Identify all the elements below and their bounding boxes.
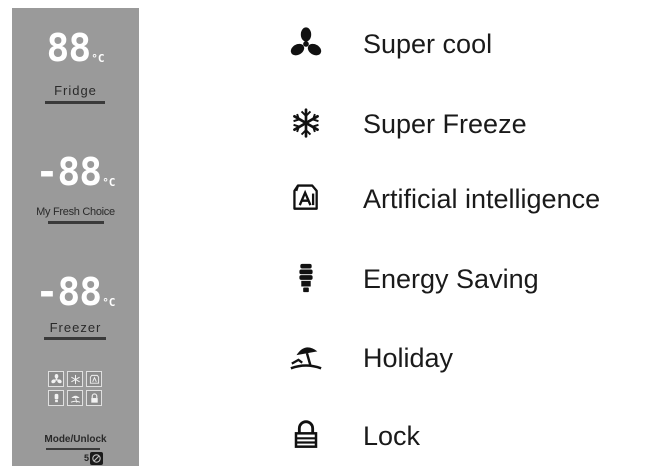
freezer-zone[interactable]: -88°C Freezer: [12, 258, 139, 358]
fridge-unit: °C: [91, 52, 105, 65]
freezer-temperature-display: -88°C: [35, 270, 116, 314]
bulb-icon: [48, 390, 64, 406]
fridge-zone[interactable]: 88°C Fridge: [12, 8, 139, 118]
legend-label-holiday: Holiday: [363, 343, 454, 373]
my-fresh-choice-temperature-display: -88°C: [35, 150, 116, 194]
legend-item-holiday: Holiday: [288, 337, 644, 377]
my-fresh-choice-zone[interactable]: -88°C My Fresh Choice: [12, 138, 139, 248]
fridge-indicator-bar: [45, 101, 105, 104]
mode-unlock-hold[interactable]: 5: [84, 451, 104, 465]
legend-label-super-cool: Super cool: [363, 29, 493, 59]
hold-seconds: 5: [84, 453, 90, 463]
ai-icon: [86, 371, 102, 387]
snowflake-icon: [288, 105, 324, 141]
legend-label-super-freeze: Super Freeze: [363, 109, 527, 139]
legend-item-artificial-intelligence: Artificial intelligence: [288, 178, 644, 218]
legend-item-energy-saving: Energy Saving: [288, 258, 644, 298]
legend-item-super-freeze: Super Freeze: [288, 103, 644, 143]
fridge-label: Fridge: [54, 83, 97, 98]
legend-item-super-cool: Super cool: [288, 23, 644, 63]
legend-label-energy-saving: Energy Saving: [363, 264, 539, 294]
my-fresh-choice-indicator-bar: [48, 221, 104, 224]
freezer-indicator-bar: [44, 337, 106, 340]
mode-indicator-bar: [46, 448, 100, 450]
legend-item-lock: Lock: [288, 415, 644, 455]
control-panel: 88°C Fridge -88°C My Fresh Choice -88°C …: [12, 8, 139, 466]
umbrella-icon: [67, 390, 83, 406]
hold-timer-icon: [90, 451, 104, 465]
my-fresh-choice-label: My Fresh Choice: [36, 206, 115, 218]
ai-icon: [288, 180, 324, 216]
mode-unlock-label[interactable]: Mode/Unlock: [12, 434, 139, 445]
lock-icon: [288, 417, 324, 453]
legend-label-artificial-intelligence: Artificial intelligence: [363, 184, 601, 214]
my-fresh-choice-unit: °C: [102, 176, 116, 189]
lock-icon: [86, 390, 102, 406]
fan-icon: [288, 25, 324, 61]
legend-label-lock: Lock: [363, 421, 421, 451]
beach-umbrella-icon: [288, 339, 324, 375]
fridge-temperature-display: 88°C: [46, 26, 105, 70]
freezer-unit: °C: [102, 296, 116, 309]
fan-icon: [48, 371, 64, 387]
freezer-label: Freezer: [49, 320, 102, 335]
function-icon-grid: [48, 371, 106, 406]
snowflake-icon: [67, 371, 83, 387]
energy-bulb-icon: [288, 260, 324, 296]
